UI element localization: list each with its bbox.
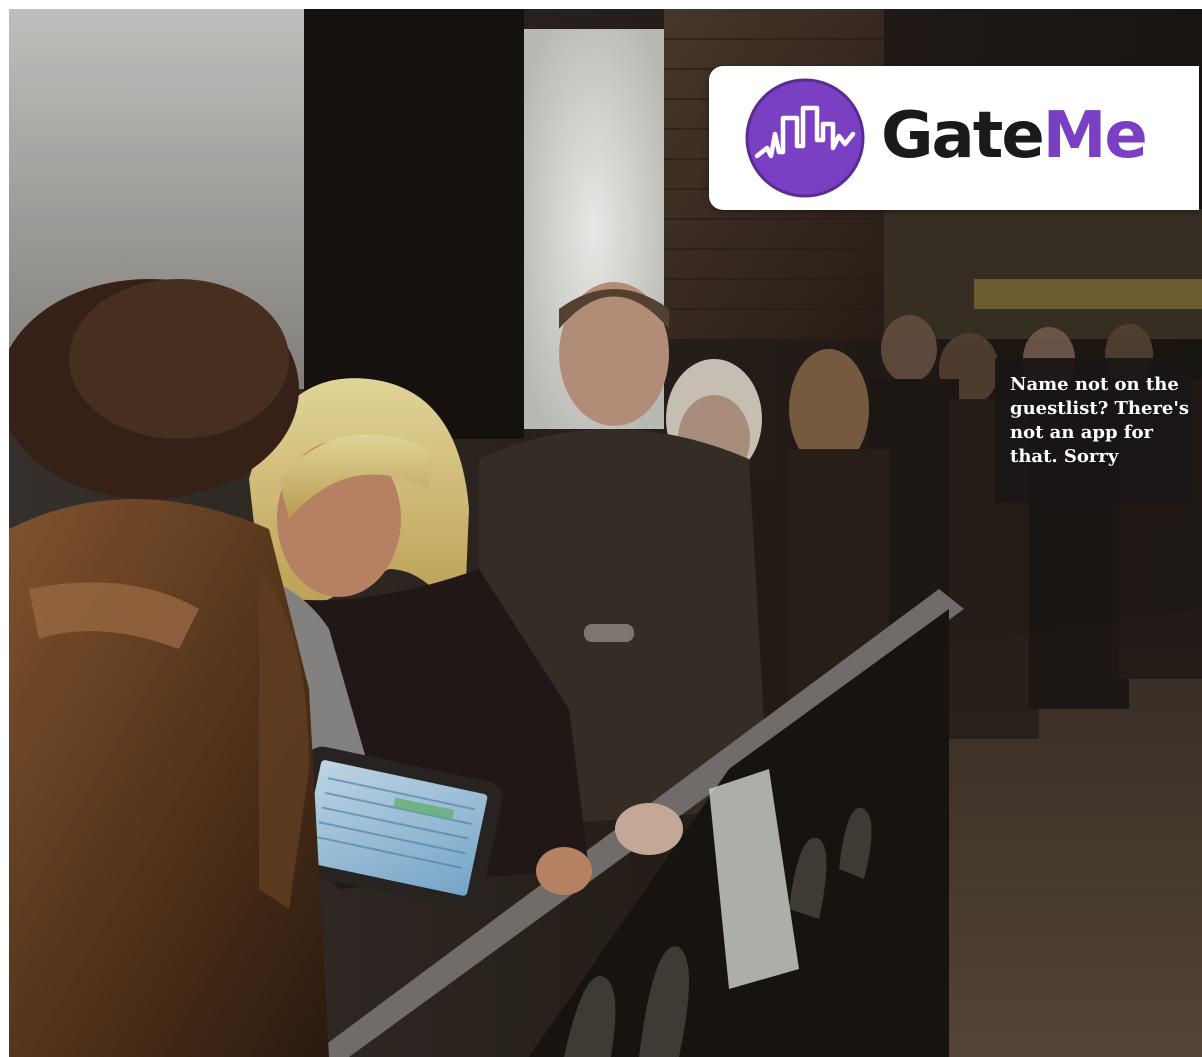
wordmark-me: Me bbox=[1042, 99, 1148, 173]
gateme-wordmark: GateMe bbox=[881, 96, 1148, 176]
gateme-logo-card: GateMe bbox=[709, 66, 1199, 210]
wordmark-gate: Gate bbox=[881, 99, 1045, 173]
photo-caption: Name not on the guestlist? There's not a… bbox=[995, 358, 1193, 503]
soundwave-bars-icon bbox=[745, 78, 865, 198]
